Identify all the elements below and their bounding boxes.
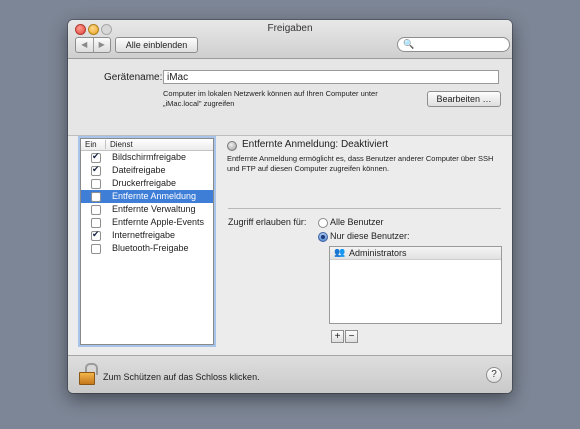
service-checkbox[interactable] [91,192,101,202]
add-user-button[interactable]: + [331,330,344,343]
column-header-on[interactable]: Ein [85,139,97,150]
list-item[interactable]: 👥 Administrators [330,247,501,260]
lock-icon[interactable] [79,363,98,385]
forward-arrow-icon[interactable]: ▶ [94,38,111,52]
service-label: Bildschirmfreigabe [112,152,187,162]
service-label: Entfernte Apple-Events [112,217,205,227]
search-icon: 🔍 [403,39,415,49]
preferences-window: Freigaben ◀ ▶ Alle einblenden 🔍 Gerätena… [68,20,512,393]
network-address-note: Computer im lokalen Netzwerk können auf … [163,89,378,108]
column-header-service[interactable]: Dienst [110,139,133,150]
service-row[interactable]: Druckerfreigabe [81,177,213,190]
service-checkbox[interactable] [91,164,101,176]
service-row[interactable]: Entfernte Anmeldung [81,190,213,203]
radio-only-these-users-label[interactable]: Nur diese Benutzer: [330,231,410,241]
services-list: Ein Dienst Bildschirmfreigabe Dateifreig… [80,138,214,345]
service-label: Entfernte Verwaltung [112,204,196,214]
service-checkbox[interactable] [91,179,101,189]
service-status: Entfernte Anmeldung: Deaktiviert [242,139,389,150]
section-divider [228,208,501,209]
service-label: Dateifreigabe [112,165,166,175]
service-row[interactable]: Entfernte Apple-Events [81,216,213,229]
services-list-header: Ein Dienst [81,139,213,151]
service-checkbox[interactable] [91,218,101,228]
back-arrow-icon[interactable]: ◀ [76,38,94,52]
allowed-users-list: 👥 Administrators [329,246,502,324]
service-row[interactable]: Bluetooth-Freigabe [81,242,213,255]
service-label: Bluetooth-Freigabe [112,243,189,253]
lock-hint: Zum Schützen auf das Schloss klicken. [103,372,260,382]
service-row[interactable]: Dateifreigabe [81,164,213,177]
service-row[interactable]: Bildschirmfreigabe [81,151,213,164]
service-description: Entfernte Anmeldung ermöglicht es, dass … [227,154,494,173]
back-forward-control: ◀ ▶ [75,37,111,53]
service-checkbox[interactable] [91,229,101,241]
radio-all-users[interactable] [318,218,328,228]
service-checkbox[interactable] [91,205,101,215]
group-icon: 👥 [334,247,346,257]
lock-body [79,372,95,385]
lock-bar: Zum Schützen auf das Schloss klicken. ? [68,355,512,393]
search-field[interactable]: 🔍 [397,37,510,52]
device-name-label: Gerätename: [104,72,163,83]
window-title: Freigaben [267,23,313,34]
service-label: Internetfreigabe [112,230,176,240]
status-indicator-icon [227,141,237,151]
titlebar: Freigaben ◀ ▶ Alle einblenden 🔍 [68,20,512,59]
device-name-field[interactable]: iMac [163,70,499,84]
service-row[interactable]: Entfernte Verwaltung [81,203,213,216]
help-button[interactable]: ? [486,367,502,383]
service-label: Druckerfreigabe [112,178,177,188]
column-divider [105,140,106,149]
radio-all-users-label[interactable]: Alle Benutzer [330,217,384,227]
access-label: Zugriff erlauben für: [228,217,307,227]
show-all-button[interactable]: Alle einblenden [115,37,198,53]
radio-only-these-users[interactable] [318,232,328,242]
service-checkbox[interactable] [91,244,101,254]
remove-user-button[interactable]: − [345,330,358,343]
service-row[interactable]: Internetfreigabe [81,229,213,242]
edit-button[interactable]: Bearbeiten … [427,91,501,107]
user-group-label: Administrators [349,248,407,258]
service-checkbox[interactable] [91,151,101,163]
service-label: Entfernte Anmeldung [112,191,197,201]
